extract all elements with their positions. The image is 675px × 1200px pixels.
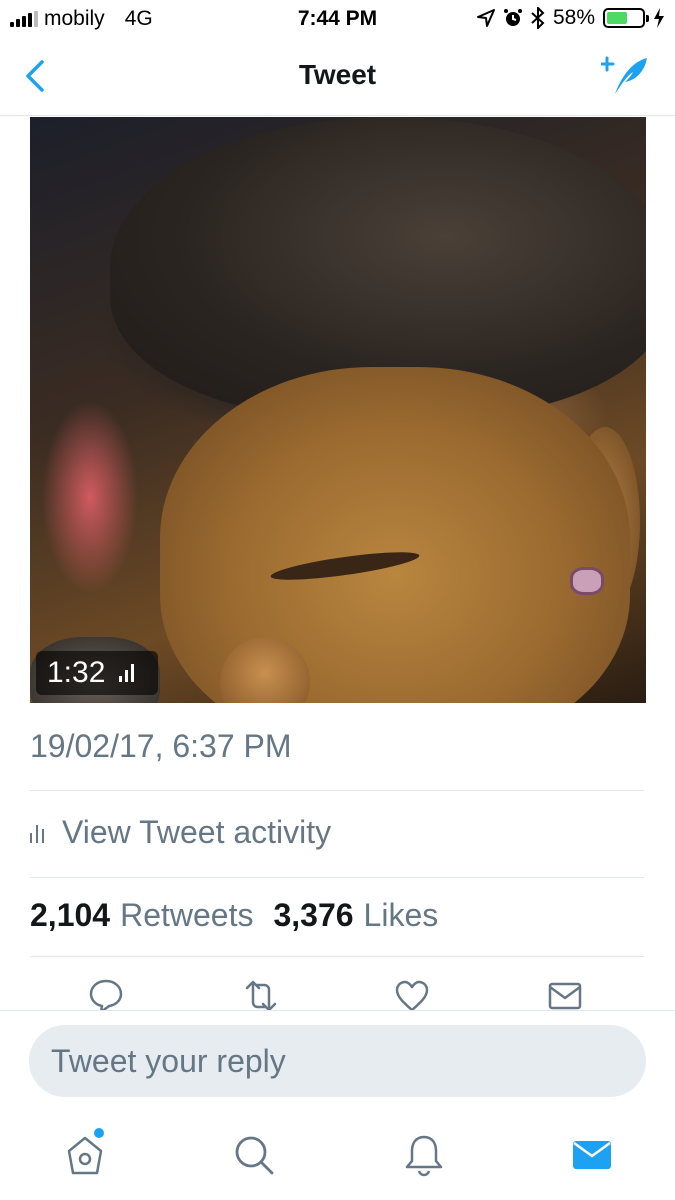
- view-tweet-activity[interactable]: View Tweet activity: [30, 814, 331, 851]
- tweet-stats: 2,104 Retweets 3,376 Likes: [30, 897, 458, 934]
- divider: [30, 877, 644, 878]
- compose-tweet-icon[interactable]: [601, 54, 649, 98]
- heart-icon[interactable]: [394, 978, 430, 1014]
- status-bar: mobily 4G 7:44 PM 58%: [0, 0, 675, 38]
- nav-bar: Tweet: [0, 38, 675, 116]
- battery-icon: [603, 8, 649, 28]
- page-title: Tweet: [298, 59, 377, 90]
- bell-icon[interactable]: [402, 1133, 446, 1177]
- likes-count[interactable]: 3,376: [273, 897, 353, 934]
- battery-fill: [607, 12, 627, 24]
- volume-icon: [119, 664, 135, 682]
- alarm-icon: [503, 9, 522, 26]
- charging-icon: [654, 8, 664, 28]
- messages-icon[interactable]: [570, 1133, 614, 1177]
- reply-placeholder: Tweet your reply: [51, 1042, 286, 1079]
- analytics-icon: [30, 823, 44, 843]
- reply-input[interactable]: Tweet your reply: [29, 1025, 646, 1097]
- divider: [30, 790, 644, 791]
- search-icon[interactable]: [232, 1133, 276, 1177]
- home-icon[interactable]: [63, 1133, 107, 1177]
- video-duration-badge: 1:32: [36, 651, 158, 695]
- location-icon: [476, 9, 495, 27]
- likes-label[interactable]: Likes: [364, 897, 439, 934]
- reply-icon[interactable]: [88, 978, 124, 1014]
- activity-label: View Tweet activity: [62, 814, 332, 850]
- retweets-count[interactable]: 2,104: [30, 897, 110, 934]
- mail-icon[interactable]: [547, 978, 583, 1014]
- divider: [30, 956, 644, 957]
- bluetooth-icon: [531, 7, 545, 29]
- status-right: 58%: [476, 6, 665, 30]
- retweets-label[interactable]: Retweets: [120, 897, 253, 934]
- home-notification-dot: [94, 1128, 104, 1138]
- tweet-timestamp: 19/02/17, 6:37 PM: [30, 728, 292, 764]
- battery-percent: 58%: [552, 6, 595, 29]
- video-duration: 1:32: [47, 656, 106, 689]
- retweet-icon[interactable]: [241, 978, 281, 1014]
- tweet-video[interactable]: [30, 117, 646, 703]
